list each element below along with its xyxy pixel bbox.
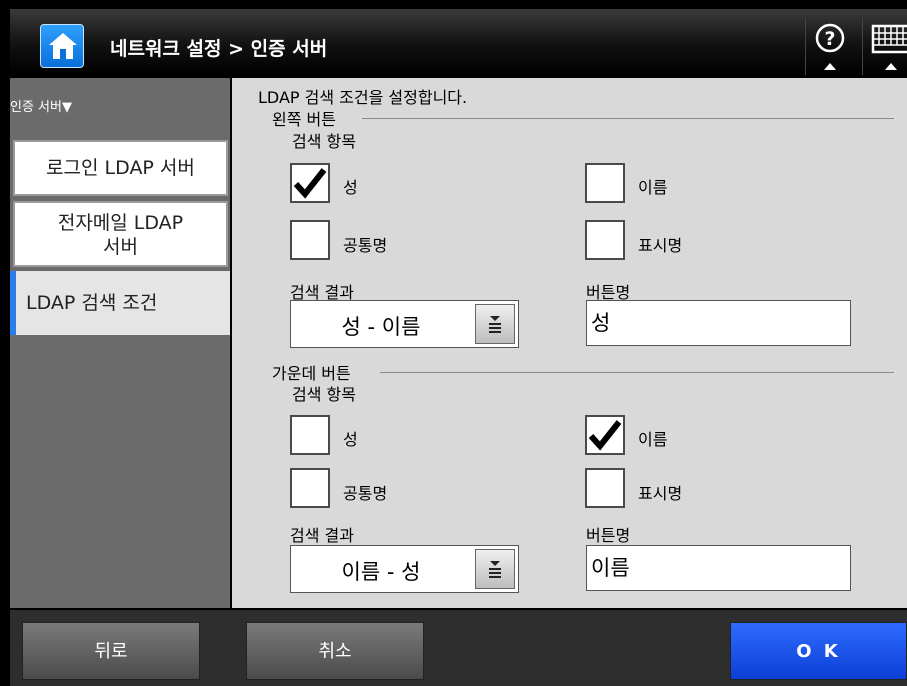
sidebar-item-label: 전자메일 LDAP [57,212,184,234]
back-button[interactable]: 뒤로 [22,622,200,680]
help-icon: ? [815,23,845,70]
help-button[interactable]: ? [805,18,856,75]
left-surname-checkbox[interactable] [290,163,330,203]
search-result-label: 검색 결과 [290,526,354,545]
middle-display-checkbox[interactable] [585,468,625,508]
left-search-result-select[interactable]: 성 - 이름 [290,300,519,348]
sidebar-item-login-ldap[interactable]: 로그인 LDAP 서버 [13,140,228,196]
middle-given-checkbox[interactable] [585,415,625,455]
left-given-label: 이름 [638,178,668,197]
select-value: 성 - 이름 [341,315,421,339]
left-display-label: 표시명 [638,236,683,255]
divider [362,118,894,119]
dropdown-icon [489,561,501,578]
left-button-name-input[interactable]: 성 [586,300,851,346]
dropdown-button[interactable] [475,304,515,344]
sidebar-item-email-ldap[interactable]: 전자메일 LDAP 서버 [13,201,228,267]
middle-given-label: 이름 [638,430,668,449]
search-items-label: 검색 항목 [292,385,356,404]
middle-search-result-select[interactable]: 이름 - 성 [290,545,519,593]
sidebar-item-label: 로그인 LDAP 서버 [46,157,195,179]
sidebar-item-ldap-search[interactable]: LDAP 검색 조건 [10,271,230,335]
left-common-checkbox[interactable] [290,220,330,260]
left-common-label: 공통명 [343,236,388,255]
header-bar: 네트워크 설정 > 인증 서버 ? [10,9,907,75]
select-value: 이름 - 성 [341,560,421,584]
middle-display-label: 표시명 [638,484,683,503]
sidebar-item-label: LDAP 검색 조건 [26,292,158,314]
dropdown-button[interactable] [475,549,515,589]
sidebar-section-title[interactable]: 인증 서버▼ [10,96,72,115]
left-given-checkbox[interactable] [585,163,625,203]
search-items-label: 검색 항목 [292,132,356,151]
checkmark-icon [293,168,327,199]
sidebar-item-label: 서버 [103,236,138,258]
intro-text: LDAP 검색 조건을 설정합니다. [258,88,468,107]
middle-common-label: 공통명 [343,484,388,503]
home-icon [49,33,77,59]
divider [380,372,894,373]
middle-button-name-input[interactable]: 이름 [586,545,851,591]
svg-text:?: ? [824,28,835,50]
middle-surname-checkbox[interactable] [290,415,330,455]
middle-common-checkbox[interactable] [290,468,330,508]
dropdown-icon [489,316,501,333]
ok-button[interactable]: O K [730,622,907,680]
middle-surname-label: 성 [343,430,358,449]
button-name-label: 버튼명 [586,526,631,545]
left-button-legend: 왼쪽 버튼 [272,110,336,129]
left-display-checkbox[interactable] [585,220,625,260]
cancel-button[interactable]: 취소 [246,622,424,680]
checkmark-icon [588,420,622,451]
left-surname-label: 성 [343,178,358,197]
keyboard-button[interactable] [862,18,907,75]
home-button[interactable] [40,24,84,68]
page-title: 네트워크 설정 > 인증 서버 [110,38,328,60]
keyboard-icon [871,24,907,70]
